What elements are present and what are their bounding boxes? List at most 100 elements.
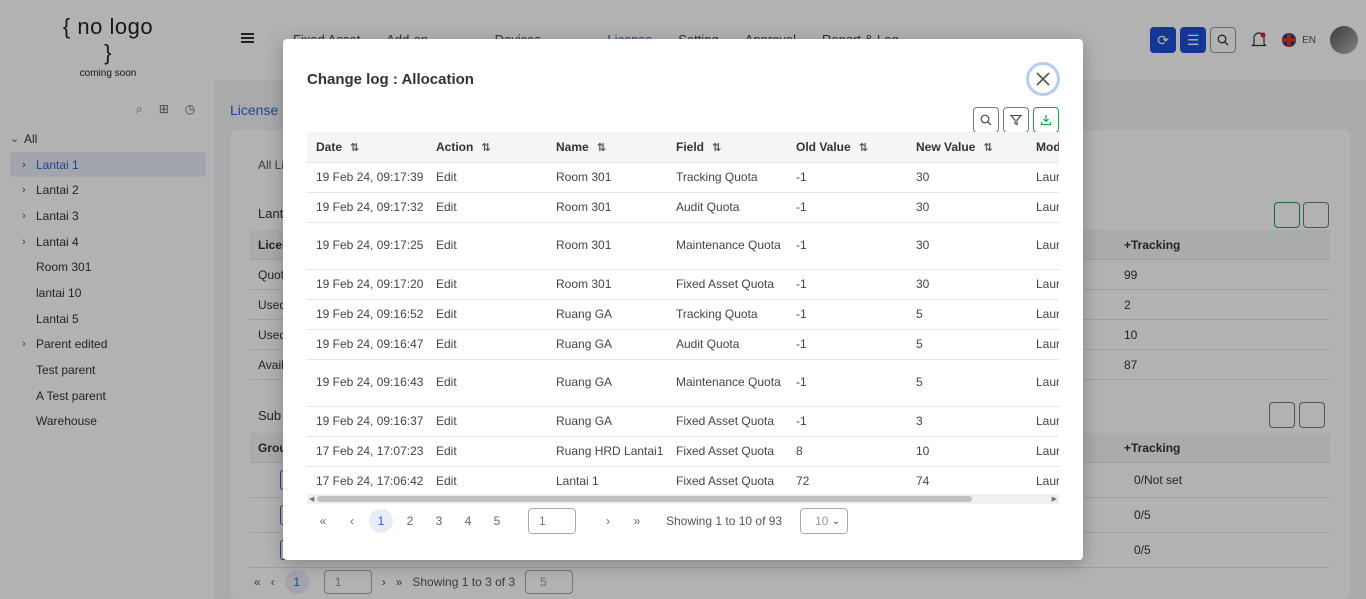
cell-old-value: -1 — [787, 299, 907, 330]
cell-new-value: 5 — [907, 299, 1027, 330]
cell-name: Ruang GA — [547, 359, 667, 407]
cell-old-value: 8 — [787, 436, 907, 467]
cell-modified-by: Laur — [1027, 329, 1059, 360]
sort-icon[interactable]: ⇅ — [983, 141, 992, 154]
search-button[interactable] — [973, 107, 999, 133]
sort-icon[interactable]: ⇅ — [712, 141, 721, 154]
cell-date: 17 Feb 24, 17:06:42 — [307, 466, 427, 494]
cell-name: Room 301 — [547, 269, 667, 300]
column-header-name[interactable]: Name ⇅ — [547, 132, 667, 163]
change-log-table-container[interactable]: Date ⇅ Action ⇅ Name ⇅ Field ⇅ Old Value ⇅ Ne… — [307, 132, 1059, 494]
cell-old-value: -1 — [787, 269, 907, 300]
column-header-old-value[interactable]: Old Value ⇅ — [787, 132, 907, 163]
cell-old-value: -1 — [787, 359, 907, 407]
filter-button[interactable] — [1003, 107, 1029, 133]
column-label: Old Value — [796, 139, 851, 154]
download-button[interactable] — [1033, 107, 1059, 133]
page-button-5[interactable]: 5 — [485, 509, 509, 533]
cell-name: Ruang GA — [547, 406, 667, 437]
close-icon — [1036, 72, 1050, 86]
scroll-right-icon[interactable]: ▶ — [1052, 495, 1057, 503]
page-button-4[interactable]: 4 — [456, 509, 480, 533]
column-header-modified-by[interactable]: Mod — [1027, 132, 1059, 163]
page-button-1[interactable]: 1 — [369, 509, 393, 533]
table-row: 19 Feb 24, 09:17:20 Edit Room 301 Fixed … — [307, 269, 1059, 300]
horizontal-scrollbar[interactable]: ◀ ▶ — [307, 494, 1059, 504]
cell-date: 19 Feb 24, 09:17:39 — [307, 162, 427, 193]
column-header-new-value[interactable]: New Value ⇅ — [907, 132, 1027, 163]
table-row: 19 Feb 24, 09:17:32 Edit Room 301 Audit … — [307, 192, 1059, 223]
cell-date: 19 Feb 24, 09:16:43 — [307, 359, 427, 407]
cell-action: Edit — [427, 359, 547, 407]
cell-action: Edit — [427, 406, 547, 437]
cell-action: Edit — [427, 269, 547, 300]
table-row: 19 Feb 24, 09:16:43 Edit Ruang GA Mainte… — [307, 359, 1059, 407]
column-label: Action — [436, 139, 474, 154]
cell-action: Edit — [427, 436, 547, 467]
table-toolbar — [973, 107, 1059, 133]
column-label: Date — [316, 139, 343, 154]
page-size-select[interactable]: 10 ⌄ — [800, 508, 849, 534]
table-row: 19 Feb 24, 09:16:47 Edit Ruang GA Audit … — [307, 329, 1059, 360]
cell-field: Audit Quota — [667, 192, 787, 223]
page-jump-input[interactable] — [528, 508, 576, 534]
cell-date: 19 Feb 24, 09:16:37 — [307, 406, 427, 437]
cell-name: Room 301 — [547, 192, 667, 223]
sort-icon[interactable]: ⇅ — [597, 141, 606, 154]
table-row: 19 Feb 24, 09:17:25 Edit Room 301 Mainte… — [307, 222, 1059, 270]
cell-old-value: -1 — [787, 162, 907, 193]
cell-modified-by: Laur — [1027, 466, 1059, 494]
cell-action: Edit — [427, 162, 547, 193]
column-header-date[interactable]: Date ⇅ — [307, 132, 427, 163]
cell-new-value: 30 — [907, 162, 1027, 193]
cell-name: Room 301 — [547, 162, 667, 193]
close-button[interactable] — [1026, 62, 1060, 96]
cell-field: Maintenance Quota — [667, 359, 787, 407]
cell-modified-by: Laur — [1027, 269, 1059, 300]
modal-title: Change log : Allocation — [307, 71, 474, 88]
sort-icon[interactable]: ⇅ — [350, 141, 359, 154]
column-header-field[interactable]: Field ⇅ — [667, 132, 787, 163]
cell-name: Room 301 — [547, 222, 667, 270]
cell-field: Audit Quota — [667, 329, 787, 360]
cell-name: Ruang GA — [547, 299, 667, 330]
scroll-left-icon[interactable]: ◀ — [309, 495, 314, 503]
cell-field: Maintenance Quota — [667, 222, 787, 270]
cell-new-value: 10 — [907, 436, 1027, 467]
cell-modified-by: Laur — [1027, 406, 1059, 437]
page-button-3[interactable]: 3 — [427, 509, 451, 533]
cell-new-value: 5 — [907, 329, 1027, 360]
prev-page-icon[interactable]: ‹ — [340, 509, 364, 533]
cell-date: 19 Feb 24, 09:16:52 — [307, 299, 427, 330]
search-icon — [980, 114, 992, 126]
next-page-icon[interactable]: › — [596, 509, 620, 533]
scrollbar-thumb[interactable] — [317, 496, 972, 502]
cell-new-value: 74 — [907, 466, 1027, 494]
change-log-table: Date ⇅ Action ⇅ Name ⇅ Field ⇅ Old Value ⇅ Ne… — [307, 132, 1059, 494]
first-page-icon[interactable]: « — [311, 509, 335, 533]
cell-field: Tracking Quota — [667, 162, 787, 193]
last-page-icon[interactable]: » — [625, 509, 649, 533]
pagination: « ‹ 1 2 3 4 5 › » Showing 1 to 10 of 93 … — [311, 508, 849, 534]
cell-name: Ruang HRD Lantai1 — [547, 436, 667, 467]
cell-action: Edit — [427, 222, 547, 270]
showing-text: Showing 1 to 10 of 93 — [666, 514, 783, 528]
cell-field: Tracking Quota — [667, 299, 787, 330]
sort-icon[interactable]: ⇅ — [481, 141, 490, 154]
sort-icon[interactable]: ⇅ — [859, 141, 868, 154]
cell-name: Ruang GA — [547, 329, 667, 360]
cell-new-value: 5 — [907, 359, 1027, 407]
cell-modified-by: Laur — [1027, 359, 1059, 407]
column-label: New Value — [916, 139, 976, 154]
cell-field: Fixed Asset Quota — [667, 436, 787, 467]
page-button-2[interactable]: 2 — [398, 509, 422, 533]
cell-old-value: -1 — [787, 406, 907, 437]
table-header-row: Date ⇅ Action ⇅ Name ⇅ Field ⇅ Old Value ⇅ Ne… — [307, 132, 1059, 163]
cell-action: Edit — [427, 192, 547, 223]
cell-new-value: 30 — [907, 192, 1027, 223]
column-header-action[interactable]: Action ⇅ — [427, 132, 547, 163]
cell-old-value: -1 — [787, 192, 907, 223]
cell-date: 19 Feb 24, 09:17:32 — [307, 192, 427, 223]
cell-field: Fixed Asset Quota — [667, 466, 787, 494]
cell-action: Edit — [427, 329, 547, 360]
